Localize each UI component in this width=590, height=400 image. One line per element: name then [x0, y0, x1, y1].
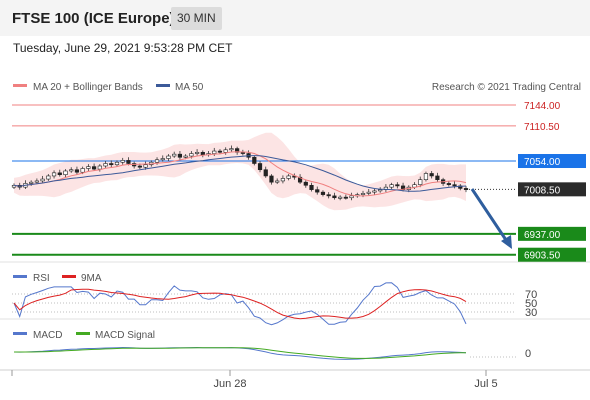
candle-body: [194, 151, 200, 154]
candle-body: [172, 153, 177, 157]
candle-body: [372, 190, 377, 193]
candle-body: [109, 163, 114, 166]
candle-body: [69, 169, 74, 172]
macd-tick-zero: 0: [525, 348, 531, 360]
candle-body: [303, 181, 308, 186]
candle-body: [395, 184, 400, 187]
macd-line: [13, 346, 467, 360]
candle-body: [275, 180, 280, 183]
candle-body: [257, 163, 263, 171]
candle-body: [63, 170, 68, 176]
candle-body: [40, 178, 45, 182]
candle-body: [315, 189, 320, 193]
candle-body: [200, 151, 205, 156]
candle-body: [366, 191, 371, 194]
candle-body: [29, 181, 34, 184]
candle-body: [446, 183, 451, 185]
candle-body: [326, 194, 331, 197]
candle-body: [86, 166, 91, 169]
candle-body: [51, 172, 57, 177]
candle-body: [92, 166, 97, 170]
candle-body: [166, 155, 171, 159]
candle-body: [463, 188, 469, 190]
candle-body: [269, 175, 274, 183]
candle-body: [46, 175, 51, 180]
legend-label-ma50: MA 50: [175, 82, 204, 93]
legend-label-rsi-ma: 9MA: [81, 273, 102, 284]
candle-body: [360, 193, 366, 195]
level-label: 7054.00: [524, 157, 561, 168]
candle-body: [160, 158, 165, 161]
forecast-arrow: [470, 188, 510, 244]
candle-body: [217, 150, 223, 153]
candle-body: [332, 195, 337, 199]
candle-body: [212, 150, 217, 154]
candle-body: [137, 165, 142, 168]
candle-body: [74, 169, 80, 173]
candle-body: [34, 180, 39, 183]
candle-body: [252, 156, 257, 164]
legend-swatch-rsi-ma: [62, 275, 76, 278]
legend-swatch-ma20: [13, 84, 27, 87]
candle-body: [114, 161, 120, 166]
candle-body: [154, 159, 160, 163]
level-label: 7110.50: [524, 122, 560, 133]
legend-swatch-ma50: [156, 84, 170, 87]
candle-body: [189, 153, 194, 157]
candle-body: [223, 149, 228, 153]
copyright-note: Research © 2021 Trading Central: [432, 82, 581, 93]
level-label: 7144.00: [524, 101, 561, 112]
candle-body: [435, 175, 440, 180]
chart-canvas: MA 20 + Bollinger Bands MA 50 Research ©…: [0, 82, 590, 390]
candle-body: [389, 184, 394, 188]
candle-body: [429, 173, 434, 177]
candle-body: [349, 195, 354, 199]
candle-body: [80, 168, 85, 173]
legend-swatch-rsi: [13, 275, 27, 278]
candle-body: [103, 163, 108, 167]
candle-body: [57, 172, 62, 176]
candle-body: [452, 184, 457, 187]
x-tick-label-jun28: Jun 28: [213, 378, 246, 390]
candle-body: [378, 189, 383, 192]
legend-label-ma20: MA 20 + Bollinger Bands: [33, 82, 143, 93]
candle-body: [97, 165, 102, 170]
candle-body: [423, 173, 429, 180]
legend-swatch-macd-signal: [76, 332, 90, 335]
candle-body: [286, 175, 291, 179]
level-label: 6937.00: [524, 230, 561, 241]
candle-body: [177, 153, 183, 158]
level-label: 6903.50: [524, 251, 561, 262]
candle-body: [338, 196, 343, 199]
candle-body: [320, 191, 326, 195]
candle-body: [418, 179, 423, 185]
legend-label-rsi: RSI: [33, 273, 50, 284]
candle-body: [229, 148, 234, 151]
rsi-tick-30: 30: [525, 307, 537, 319]
candle-body: [263, 169, 268, 177]
candle-body: [183, 155, 188, 158]
candle-body: [343, 196, 348, 199]
candle-body: [126, 160, 131, 164]
legend-swatch-macd: [13, 332, 27, 335]
legend-label-macd-signal: MACD Signal: [95, 330, 155, 341]
candle-body: [309, 184, 314, 190]
candle-body: [280, 178, 286, 182]
candle-body: [120, 160, 125, 163]
x-tick-label-jul5: Jul 5: [474, 378, 497, 390]
legend-label-macd: MACD: [33, 330, 62, 341]
level-label: 7008.50: [524, 185, 561, 196]
candle-body: [143, 164, 148, 168]
